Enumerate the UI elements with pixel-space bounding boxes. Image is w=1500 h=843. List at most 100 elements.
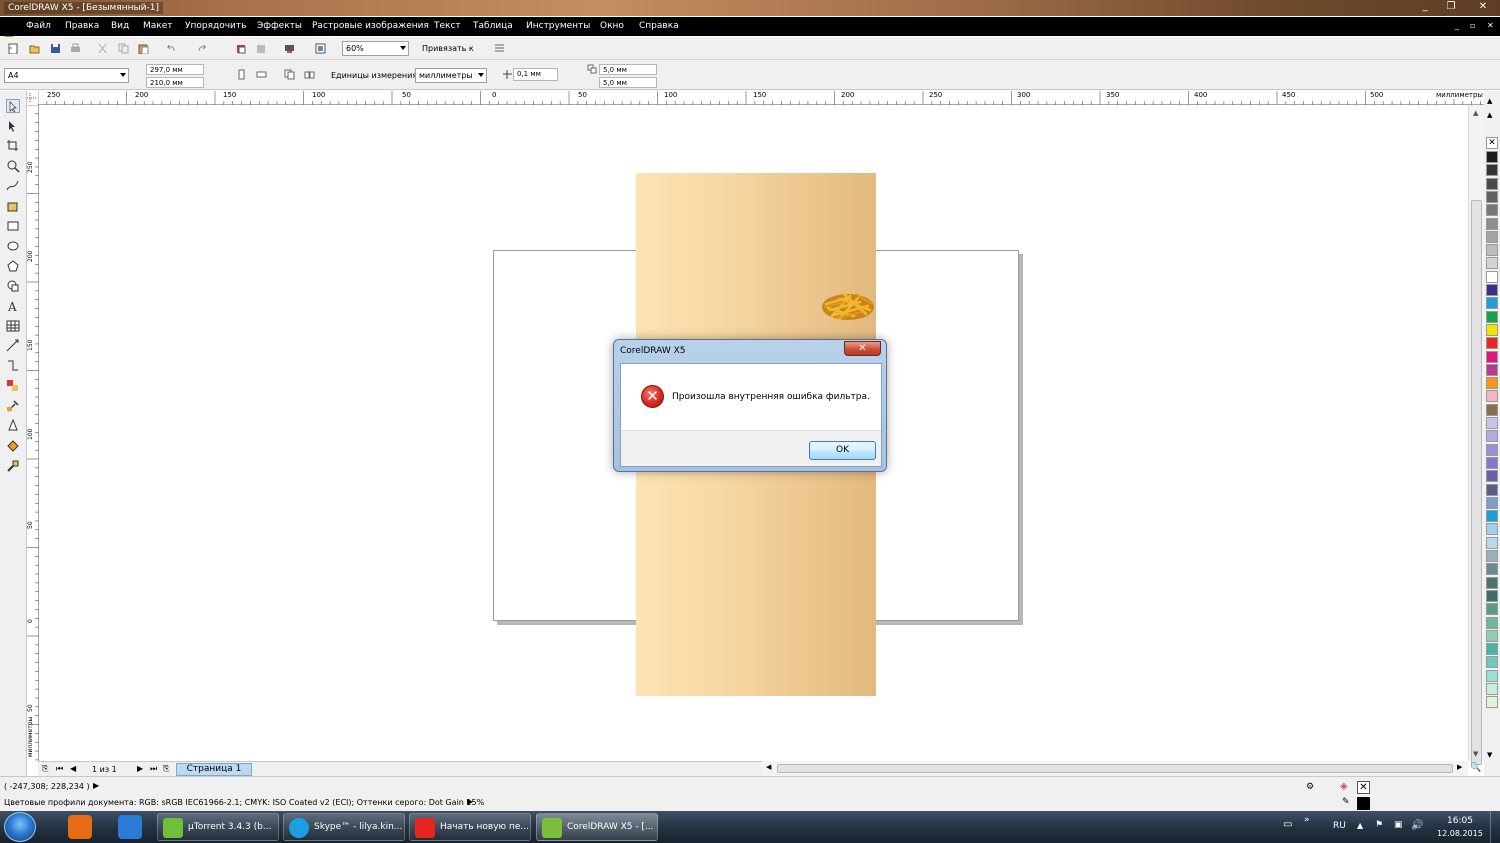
palette-swatch[interactable] bbox=[1486, 696, 1498, 709]
blend-tool-icon[interactable] bbox=[6, 379, 20, 393]
first-page-icon[interactable]: ⏮ bbox=[56, 764, 63, 774]
media-player-taskbar-icon[interactable] bbox=[68, 815, 92, 839]
pick-tool-icon[interactable] bbox=[6, 99, 20, 113]
palette-swatch[interactable] bbox=[1486, 616, 1498, 629]
close-window-button[interactable]: ✕ bbox=[1468, 0, 1498, 14]
menu-text[interactable]: Текст bbox=[434, 21, 461, 31]
interactive-fill-tool-icon[interactable] bbox=[6, 459, 20, 473]
palette-swatch[interactable] bbox=[1486, 390, 1498, 403]
fill-tool-icon[interactable] bbox=[6, 439, 20, 453]
taskbar-coreldraw[interactable]: CorelDRAW X5 - [... bbox=[536, 813, 658, 841]
palette-arrow-icon[interactable]: ▲ bbox=[1487, 111, 1492, 119]
palette-swatch[interactable] bbox=[1486, 350, 1498, 363]
duplicate-y-field[interactable]: 5,0 мм bbox=[599, 77, 657, 88]
palette-swatch[interactable] bbox=[1486, 683, 1498, 695]
taskbar-utorrent[interactable]: µTorrent 3.4.3 (b... bbox=[157, 813, 279, 841]
palette-swatch[interactable] bbox=[1486, 589, 1498, 602]
palette-swatch[interactable] bbox=[1486, 496, 1498, 509]
ellipse-tool-icon[interactable] bbox=[6, 239, 20, 253]
palette-swatch[interactable] bbox=[1486, 536, 1498, 549]
vertical-scroll-thumb[interactable] bbox=[1471, 200, 1482, 765]
minimize-button[interactable]: _ bbox=[1412, 0, 1438, 14]
zoom-level-select[interactable]: 60% bbox=[342, 41, 409, 56]
settings-icon[interactable]: ⚙ bbox=[1306, 782, 1314, 792]
scroll-right-icon[interactable]: ▶ bbox=[1457, 763, 1462, 771]
action-center-icon[interactable]: ⚑ bbox=[1375, 820, 1383, 830]
palette-swatch[interactable] bbox=[1486, 603, 1498, 616]
all-pages-icon[interactable] bbox=[284, 69, 295, 80]
menu-file[interactable]: Файл bbox=[26, 21, 51, 31]
page-width-field[interactable]: 297,0 мм bbox=[146, 64, 204, 75]
last-page-icon[interactable]: ⏭ bbox=[150, 764, 157, 774]
tab-page-1[interactable]: Страница 1 bbox=[176, 763, 252, 776]
import-icon[interactable] bbox=[236, 43, 247, 54]
zoom-tool-icon[interactable] bbox=[6, 159, 20, 173]
palette-swatch[interactable] bbox=[1486, 550, 1498, 562]
export-icon[interactable] bbox=[256, 43, 267, 54]
palette-swatch[interactable] bbox=[1486, 190, 1498, 203]
palette-swatch[interactable] bbox=[1486, 217, 1498, 230]
doc-close-icon[interactable]: ✕ bbox=[1487, 21, 1494, 30]
horizontal-ruler[interactable]: 250 200 150 100 50 0 50 100 150 200 250 … bbox=[38, 91, 1484, 105]
ruler-origin-icon[interactable] bbox=[27, 91, 38, 105]
new-document-icon[interactable] bbox=[8, 43, 19, 54]
doc-minimize-icon[interactable]: _ bbox=[1455, 21, 1459, 30]
zoom-navigator-icon[interactable]: 🔍 bbox=[1470, 763, 1481, 773]
snap-to-button[interactable]: Привязать к bbox=[422, 44, 474, 53]
scroll-left-icon[interactable]: ◀ bbox=[766, 763, 771, 771]
menu-table[interactable]: Таблица bbox=[473, 21, 513, 31]
basic-shapes-tool-icon[interactable] bbox=[6, 279, 20, 293]
coords-expand-icon[interactable]: ▶ bbox=[93, 781, 99, 790]
palette-swatch[interactable] bbox=[1486, 483, 1498, 496]
add-page-before-icon[interactable]: ⎘ bbox=[42, 764, 48, 774]
palette-swatch[interactable] bbox=[1486, 430, 1498, 443]
no-color-swatch[interactable]: ✕ bbox=[1486, 137, 1498, 149]
palette-swatch[interactable] bbox=[1486, 377, 1498, 390]
vertical-ruler[interactable]: 250 200 150 100 50 0 50 миллиметры bbox=[27, 105, 39, 761]
palette-swatch[interactable] bbox=[1486, 563, 1498, 576]
eyedropper-tool-icon[interactable] bbox=[6, 399, 20, 413]
polygon-tool-icon[interactable] bbox=[6, 259, 20, 273]
options-icon[interactable] bbox=[494, 43, 505, 54]
palette-swatch[interactable] bbox=[1486, 669, 1498, 682]
fries-image-object[interactable] bbox=[820, 288, 876, 322]
cut-icon[interactable] bbox=[97, 43, 108, 54]
palette-swatch[interactable] bbox=[1486, 576, 1498, 589]
application-launcher-icon[interactable] bbox=[284, 43, 295, 54]
page-size-select[interactable]: A4 bbox=[4, 68, 129, 83]
show-hidden-icons-icon[interactable]: ▲ bbox=[1357, 821, 1363, 830]
add-page-after-icon[interactable]: ⎘ bbox=[163, 764, 169, 774]
text-tool-icon[interactable]: A bbox=[6, 299, 20, 313]
next-page-icon[interactable]: ▶ bbox=[137, 764, 143, 773]
menu-view[interactable]: Вид bbox=[111, 21, 129, 31]
palette-swatch[interactable] bbox=[1486, 323, 1498, 336]
palette-swatch[interactable] bbox=[1486, 284, 1498, 296]
menu-effects[interactable]: Эффекты bbox=[257, 21, 302, 31]
rectangle-tool-icon[interactable] bbox=[6, 219, 20, 233]
speaker-icon[interactable]: 🔊 bbox=[1411, 820, 1423, 831]
palette-swatch[interactable] bbox=[1486, 177, 1498, 190]
folder-tray-icon[interactable]: ▭ bbox=[1283, 819, 1292, 830]
palette-swatch[interactable] bbox=[1486, 403, 1498, 416]
horizontal-scroll-thumb[interactable] bbox=[777, 764, 1453, 773]
palette-swatch[interactable] bbox=[1486, 443, 1498, 456]
palette-swatch[interactable] bbox=[1486, 310, 1498, 323]
maximize-button[interactable]: ❐ bbox=[1438, 0, 1464, 14]
menu-layout[interactable]: Макет bbox=[143, 21, 173, 31]
palette-swatch[interactable] bbox=[1486, 643, 1498, 656]
menu-tools[interactable]: Инструменты bbox=[526, 21, 590, 31]
tray-expand-icon[interactable]: » bbox=[1304, 815, 1310, 825]
palette-swatch[interactable] bbox=[1486, 337, 1498, 350]
palette-swatch[interactable] bbox=[1486, 257, 1498, 270]
dialog-close-button[interactable]: ✕ bbox=[844, 341, 881, 356]
language-indicator[interactable]: RU bbox=[1333, 821, 1346, 831]
menu-edit[interactable]: Правка bbox=[65, 21, 99, 31]
horizontal-scrollbar[interactable]: ◀ ▶ bbox=[762, 761, 1468, 776]
page-height-field[interactable]: 210,0 мм bbox=[146, 77, 204, 88]
connector-tool-icon[interactable] bbox=[6, 359, 20, 373]
shape-tool-icon[interactable] bbox=[6, 119, 20, 133]
clock-date[interactable]: 12.08.2015 bbox=[1437, 829, 1483, 838]
ok-button[interactable]: OK bbox=[809, 441, 876, 460]
menu-window[interactable]: Окно bbox=[600, 21, 624, 31]
table-tool-icon[interactable] bbox=[6, 319, 20, 333]
